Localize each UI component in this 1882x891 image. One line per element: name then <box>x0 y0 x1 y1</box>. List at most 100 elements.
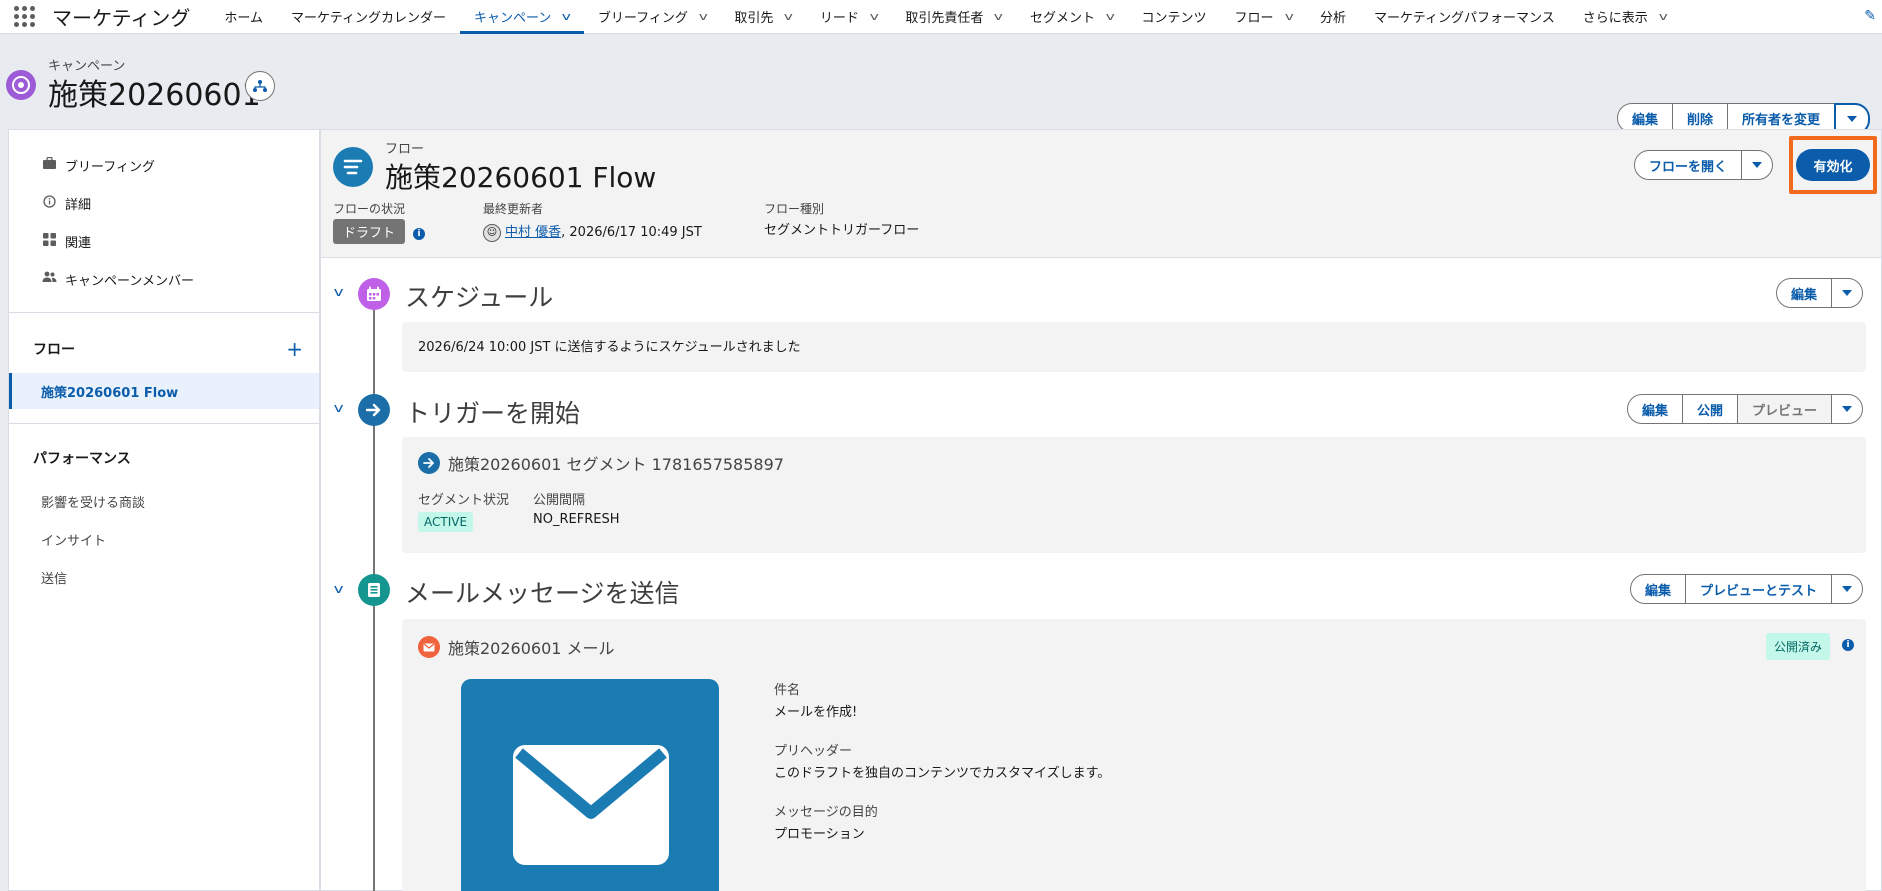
nav-item-12[interactable]: さらに表示 v <box>1569 0 1681 34</box>
trigger-edit-button[interactable]: 編集 <box>1626 394 1683 424</box>
chevron-down-icon[interactable]: v <box>699 10 708 23</box>
chevron-down-icon <box>1752 162 1762 168</box>
nav-item-7[interactable]: セグメント v <box>1016 0 1128 34</box>
flow-type-label: フロー種別 <box>764 202 825 216</box>
nav-item-label: ブリーフィング <box>597 11 688 26</box>
nav-item-2[interactable]: キャンペーン v <box>460 0 584 34</box>
flow-menu-button[interactable] <box>1741 150 1773 180</box>
flow-object-label: フロー <box>385 142 425 157</box>
chevron-down-icon[interactable]: v <box>1106 10 1115 23</box>
email-preview-test-button[interactable]: プレビューとテスト <box>1684 574 1832 604</box>
nav-item-0[interactable]: ホーム <box>210 0 277 34</box>
published-badge: 公開済み <box>1765 633 1830 660</box>
trigger-actions: 編集 公開 プレビュー <box>1626 394 1863 424</box>
nav-item-5[interactable]: リード v <box>806 0 892 34</box>
hierarchy-button[interactable] <box>245 71 275 101</box>
activate-highlight: 有効化 <box>1789 136 1877 194</box>
schedule-title: スケジュール <box>405 283 554 312</box>
email-actions: 編集 プレビューとテスト <box>1629 574 1863 604</box>
sidebar-item-related[interactable]: 関連 <box>9 222 319 260</box>
last-modified-user-link[interactable]: 中村 優香 <box>505 225 561 240</box>
activate-button[interactable]: 有効化 <box>1796 149 1870 181</box>
schedule-menu-button[interactable] <box>1831 278 1863 308</box>
divider <box>9 312 319 313</box>
sidebar-item-sends[interactable]: 送信 <box>9 558 319 596</box>
nav-item-label: 取引先責任者 <box>905 11 984 26</box>
nav-item-10[interactable]: 分析 <box>1306 0 1360 34</box>
sidebar-item-campaign-members[interactable]: キャンペーンメンバー <box>9 260 319 298</box>
edit-nav-icon[interactable]: ✎ <box>1864 8 1876 24</box>
subject-value: メールを作成! <box>774 705 858 720</box>
performance-section-title: パフォーマンス <box>33 451 131 467</box>
publish-interval-value: NO_REFRESH <box>533 512 620 527</box>
open-flow-button[interactable]: フローを開く <box>1633 150 1742 180</box>
chevron-down-icon[interactable]: v <box>784 10 793 23</box>
envelope-icon <box>513 745 669 865</box>
collapse-chevron-icon[interactable]: v <box>334 285 344 299</box>
segment-title: 施策20260601 セグメント 1781657585897 <box>402 437 1866 475</box>
segment-status: セグメント状況 ACTIVE <box>418 489 509 532</box>
nav-item-label: マーケティングカレンダー <box>291 11 446 26</box>
chevron-down-icon[interactable]: v <box>1284 10 1293 23</box>
calendar-icon <box>358 278 390 310</box>
trigger-preview-button[interactable]: プレビュー <box>1736 394 1832 424</box>
nav-item-1[interactable]: マーケティングカレンダー <box>277 0 460 34</box>
email-edit-button[interactable]: 編集 <box>1629 574 1686 604</box>
divider <box>9 423 319 424</box>
schedule-edit-button[interactable]: 編集 <box>1775 278 1832 308</box>
last-modified: 最終更新者 ☺ 中村 優香, 2026/6/17 10:49 JST <box>483 200 702 242</box>
flow-status: フローの状況 ドラフト i <box>333 200 426 244</box>
nav-item-label: コンテンツ <box>1141 11 1207 26</box>
publish-interval: 公開間隔 NO_REFRESH <box>533 489 619 532</box>
flow-title: 施策20260601 Flow <box>385 161 657 194</box>
schedule-box: 2026/6/24 10:00 JST に送信するようにスケジュールされました <box>402 322 1866 372</box>
segment-meta: セグメント状況 ACTIVE 公開間隔 NO_REFRESH <box>402 475 1866 532</box>
nav-item-label: フロー <box>1234 11 1274 26</box>
hierarchy-icon <box>253 80 267 92</box>
briefcase-icon <box>41 156 57 173</box>
add-flow-icon[interactable]: + <box>286 337 303 361</box>
chevron-down-icon[interactable]: v <box>1658 10 1667 23</box>
info-icon[interactable]: i <box>413 227 426 240</box>
trigger-menu-button[interactable] <box>1831 394 1863 424</box>
nav-item-label: さらに表示 <box>1582 11 1648 26</box>
email-title: 施策20260601 メール <box>402 619 1866 659</box>
email-thumbnail[interactable] <box>461 679 719 891</box>
schedule-text: 2026/6/24 10:00 JST に送信するようにスケジュールされました <box>418 340 801 355</box>
trigger-box: 施策20260601 セグメント 1781657585897 セグメント状況 A… <box>402 437 1866 553</box>
info-icon[interactable]: i <box>1842 639 1854 651</box>
nav-item-4[interactable]: 取引先 v <box>720 0 806 34</box>
purpose-label: メッセージの目的 <box>774 805 878 820</box>
email-template-icon <box>358 574 390 606</box>
subject-label: 件名 <box>774 683 801 698</box>
nav-item-11[interactable]: マーケティングパフォーマンス <box>1360 0 1569 34</box>
chevron-down-icon[interactable]: v <box>870 10 879 23</box>
nav-item-label: セグメント <box>1029 11 1095 26</box>
chevron-down-icon[interactable]: v <box>994 10 1003 23</box>
sidebar-item-label: ブリーフィング <box>65 159 155 175</box>
global-nav: マーケティング ホーム マーケティングカレンダー キャンペーン v ブリーフィング v 取引… <box>0 0 1882 34</box>
nav-item-8[interactable]: コンテンツ <box>1127 0 1220 34</box>
collapse-chevron-icon[interactable]: v <box>334 401 344 415</box>
record-title: 施策20260601 <box>48 78 261 113</box>
trigger-publish-button[interactable]: 公開 <box>1681 394 1738 424</box>
nav-item-label: リード <box>819 11 859 26</box>
sidebar-item-briefing[interactable]: ブリーフィング <box>9 146 319 184</box>
nav-item-6[interactable]: 取引先責任者 v <box>891 0 1016 34</box>
sidebar-item-details[interactable]: 詳細 <box>9 184 319 222</box>
sidebar-flow-item[interactable]: 施策20260601 Flow <box>9 373 319 409</box>
flow-type: フロー種別 セグメントトリガーフロー <box>764 200 919 238</box>
email-box: 施策20260601 メール 公開済み i 件名 メールを作成! プリヘッダー … <box>402 619 1866 891</box>
campaign-icon <box>6 70 36 100</box>
preheader-label: プリヘッダー <box>774 744 853 759</box>
sidebar-item-insights[interactable]: インサイト <box>9 520 319 558</box>
email-menu-button[interactable] <box>1831 574 1863 604</box>
collapse-chevron-icon[interactable]: v <box>334 582 344 596</box>
chevron-down-icon[interactable]: v <box>562 10 571 23</box>
app-launcher-icon[interactable] <box>12 5 36 29</box>
nav-item-9[interactable]: フロー v <box>1221 0 1307 34</box>
nav-item-3[interactable]: ブリーフィング v <box>584 0 720 34</box>
trigger-title: トリガーを開始 <box>405 399 581 428</box>
sidebar-item-influenced-opportunities[interactable]: 影響を受ける商談 <box>9 482 319 520</box>
flow-panel: フロー 施策20260601 Flow フローの状況 ドラフト i 最終更新者 ☺… <box>320 129 1882 891</box>
